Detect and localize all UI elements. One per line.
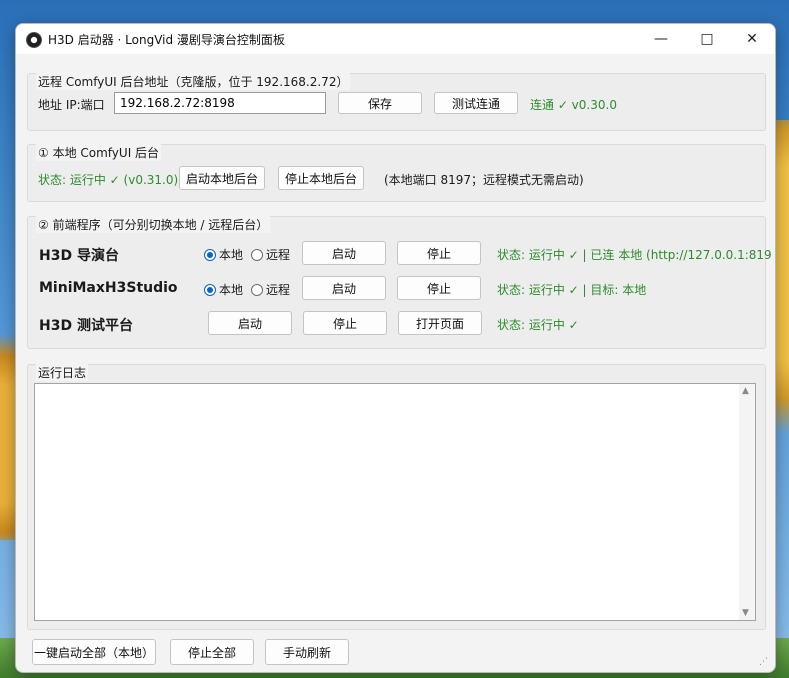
launcher-window: H3D 启动器 · LongVid 漫剧导演台控制面板 — □ ✕ 远程 Com… <box>15 23 776 673</box>
frontends-legend: ② 前端程序（可分别切换本地 / 远程后台） <box>36 216 271 233</box>
frontend-name-h3d-test-platform: H3D 测试平台 <box>39 318 133 334</box>
refresh-button[interactable]: 手动刷新 <box>265 639 349 665</box>
radio-remote-h3d-director[interactable]: 远程 <box>251 246 290 263</box>
local-backend-legend: ① 本地 ComfyUI 后台 <box>36 144 162 161</box>
h3d-test-stop-button[interactable]: 停止 <box>303 311 387 335</box>
frontend-name-h3d-director: H3D 导演台 <box>39 248 119 264</box>
radio-unchecked-icon <box>251 283 263 296</box>
address-input[interactable] <box>114 92 326 114</box>
h3d-test-status: 状态: 运行中 ✓ <box>497 318 579 332</box>
app-icon <box>26 32 42 48</box>
stop-all-button[interactable]: 停止全部 <box>170 639 254 665</box>
log-scrollbar[interactable]: ▲ ▼ <box>739 384 755 620</box>
local-port-note: (本地端口 8197；远程模式无需启动) <box>384 173 584 187</box>
save-button[interactable]: 保存 <box>338 92 422 114</box>
test-connection-button[interactable]: 测试连通 <box>434 92 518 114</box>
stop-local-backend-button[interactable]: 停止本地后台 <box>278 166 364 190</box>
minimax-studio-stop-button[interactable]: 停止 <box>397 276 481 300</box>
start-local-backend-button[interactable]: 启动本地后台 <box>179 166 265 190</box>
scroll-down-icon[interactable]: ▼ <box>742 608 749 618</box>
start-all-button[interactable]: 一键启动全部（本地） <box>32 639 156 665</box>
maximize-button[interactable]: □ <box>684 24 730 54</box>
frontends-group: ② 前端程序（可分别切换本地 / 远程后台） H3D 导演台 本地 远程 启动 … <box>27 216 772 349</box>
remote-backend-group: 远程 ComfyUI 后台地址（克隆版，位于 192.168.2.72） 地址 … <box>27 73 766 131</box>
h3d-test-open-page-button[interactable]: 打开页面 <box>398 311 482 335</box>
close-button[interactable]: ✕ <box>729 24 775 54</box>
minimize-button[interactable]: — <box>638 24 684 54</box>
local-backend-group: ① 本地 ComfyUI 后台 状态: 运行中 ✓ (v0.31.0) 启动本地… <box>27 144 766 202</box>
radio-unchecked-icon <box>251 248 263 261</box>
radio-local-minimax-studio[interactable]: 本地 <box>204 281 243 298</box>
h3d-director-start-button[interactable]: 启动 <box>302 241 386 265</box>
radio-checked-icon <box>204 283 216 296</box>
radio-checked-icon <box>204 248 216 261</box>
log-textarea[interactable]: ▲ ▼ <box>34 383 756 621</box>
radio-local-h3d-director[interactable]: 本地 <box>204 246 243 263</box>
log-legend: 运行日志 <box>36 364 89 381</box>
address-label: 地址 IP:端口 <box>38 98 105 112</box>
h3d-test-start-button[interactable]: 启动 <box>208 311 292 335</box>
h3d-director-status: 状态: 运行中 ✓ | 已连 本地 (http://127.0.0.1:819 <box>497 248 772 262</box>
scroll-up-icon[interactable]: ▲ <box>742 386 749 396</box>
title-bar[interactable]: H3D 启动器 · LongVid 漫剧导演台控制面板 — □ ✕ <box>16 24 775 54</box>
minimax-studio-status: 状态: 运行中 ✓ | 目标: 本地 <box>497 283 647 297</box>
remote-status: 连通 ✓ v0.30.0 <box>530 98 617 112</box>
window-title: H3D 启动器 · LongVid 漫剧导演台控制面板 <box>48 33 285 47</box>
radio-remote-minimax-studio[interactable]: 远程 <box>251 281 290 298</box>
resize-grip-icon[interactable]: ⋰ <box>759 657 769 667</box>
minimax-studio-start-button[interactable]: 启动 <box>302 276 386 300</box>
remote-backend-legend: 远程 ComfyUI 后台地址（克隆版，位于 192.168.2.72） <box>36 73 351 90</box>
local-status: 状态: 运行中 ✓ (v0.31.0) <box>38 173 179 187</box>
h3d-director-stop-button[interactable]: 停止 <box>397 241 481 265</box>
frontend-name-minimax-studio: MiniMaxH3Studio <box>39 280 178 296</box>
